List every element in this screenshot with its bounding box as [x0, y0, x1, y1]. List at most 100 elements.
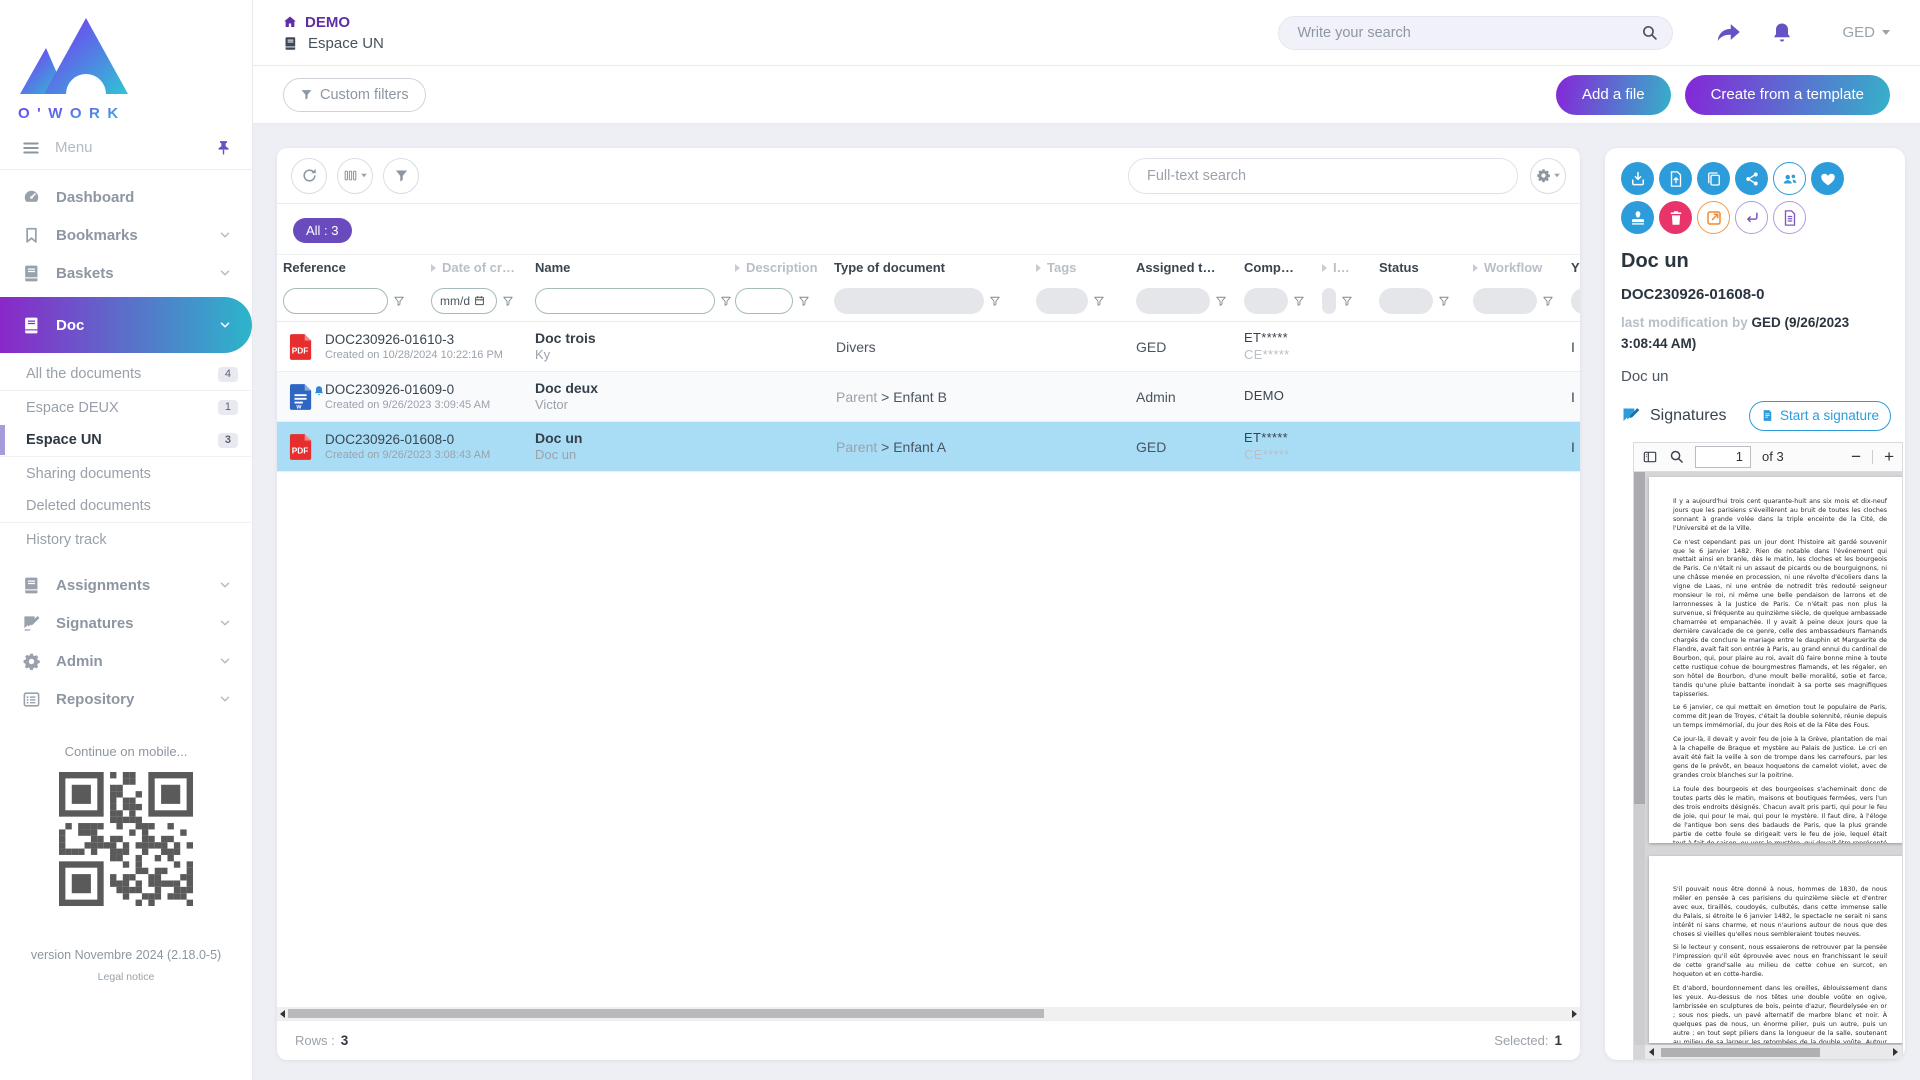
- columns-button[interactable]: [337, 158, 373, 194]
- description-filter-input[interactable]: [735, 288, 793, 314]
- hamburger-icon[interactable]: [22, 139, 40, 157]
- sidebar-item-baskets[interactable]: Baskets: [0, 254, 252, 292]
- row-company: ET*****: [1244, 430, 1289, 447]
- sidebar-toggle-icon[interactable]: [1642, 449, 1658, 465]
- sidebar-item-repository[interactable]: Repository: [0, 680, 252, 718]
- user-menu[interactable]: GED: [1842, 24, 1890, 41]
- column-header-description[interactable]: Description: [735, 260, 834, 275]
- open-external-button[interactable]: [1697, 201, 1730, 234]
- sidebar-subitem-deleted-documents[interactable]: Deleted documents: [0, 490, 252, 523]
- scroll-right-arrow[interactable]: [1893, 1048, 1898, 1056]
- documents-table-card: All : 3 ReferenceDate of cr…NameDescript…: [277, 148, 1580, 1060]
- fulltext-search-input[interactable]: [1128, 158, 1518, 194]
- download-button[interactable]: [1621, 162, 1654, 195]
- column-header-assigned[interactable]: Assigned t…: [1136, 260, 1244, 275]
- sort-arrow-icon: [1473, 264, 1478, 272]
- funnel-icon[interactable]: [502, 295, 514, 307]
- favorite-button[interactable]: [1811, 162, 1844, 195]
- sidebar-item-admin[interactable]: Admin: [0, 642, 252, 680]
- funnel-icon[interactable]: [720, 295, 732, 307]
- all-count-badge[interactable]: All : 3: [293, 218, 352, 243]
- table-settings-button[interactable]: [1530, 158, 1566, 194]
- table-horizontal-scrollbar[interactable]: [277, 1007, 1580, 1020]
- scroll-left-arrow[interactable]: [280, 1010, 285, 1018]
- users-access-button[interactable]: [1773, 162, 1806, 195]
- column-header-tags[interactable]: Tags: [1036, 260, 1136, 275]
- page-number-input[interactable]: [1695, 446, 1751, 468]
- calendar-icon: [474, 295, 485, 306]
- funnel-icon[interactable]: [1341, 295, 1353, 307]
- legal-notice-link[interactable]: Legal notice: [0, 971, 252, 983]
- column-header-name[interactable]: Name: [535, 260, 735, 275]
- scrollbar-thumb[interactable]: [1661, 1048, 1820, 1057]
- funnel-icon[interactable]: [1438, 295, 1450, 307]
- sidebar-item-bookmarks[interactable]: Bookmarks: [0, 216, 252, 254]
- sidebar-subitem-espace-un[interactable]: Espace UN3: [0, 424, 252, 457]
- sidebar-item-signatures[interactable]: Signatures: [0, 604, 252, 642]
- funnel-icon[interactable]: [1542, 295, 1554, 307]
- create-from-template-button[interactable]: Create from a template: [1685, 75, 1890, 115]
- scrollbar-thumb[interactable]: [1634, 472, 1645, 804]
- funnel-icon[interactable]: [989, 295, 1001, 307]
- funnel-icon[interactable]: [1293, 295, 1305, 307]
- delete-button[interactable]: [1659, 201, 1692, 234]
- funnel-icon[interactable]: [393, 295, 405, 307]
- table-row[interactable]: wDOC230926-01609-0Created on 9/26/2023 3…: [277, 372, 1580, 422]
- reference-filter-input[interactable]: [283, 288, 388, 314]
- column-header-reference[interactable]: Reference: [283, 260, 431, 275]
- bell-icon[interactable]: [1770, 21, 1794, 45]
- stamp-button[interactable]: [1621, 201, 1654, 234]
- name-filter-input[interactable]: [535, 288, 715, 314]
- sidebar-item-assignments[interactable]: Assignments: [0, 566, 252, 604]
- add-file-button[interactable]: Add a file: [1556, 75, 1671, 115]
- sidebar-subitem-history-track[interactable]: History track: [0, 523, 252, 556]
- funnel-icon[interactable]: [1215, 295, 1227, 307]
- sidebar-subitem-all-the-documents[interactable]: All the documents4: [0, 358, 252, 391]
- chevron-down-icon: [218, 654, 232, 668]
- breadcrumb-page[interactable]: Espace UN: [283, 35, 384, 52]
- scroll-left-arrow[interactable]: [1649, 1048, 1654, 1056]
- column-header-workflow[interactable]: Workflow: [1473, 260, 1571, 275]
- date-filter-input[interactable]: mm/d: [431, 288, 497, 314]
- global-search-input[interactable]: [1297, 25, 1641, 41]
- return-button[interactable]: [1735, 201, 1768, 234]
- column-header-company[interactable]: Comp…: [1244, 260, 1322, 275]
- sidebar-subitem-espace-deux[interactable]: Espace DEUX1: [0, 391, 252, 424]
- column-header-y[interactable]: Y…: [1571, 260, 1580, 275]
- zoom-search-icon[interactable]: [1669, 449, 1684, 464]
- pdf-preview-area[interactable]: Il y a aujourd'hui trois cent quarante-h…: [1633, 472, 1903, 1060]
- scrollbar-thumb[interactable]: [288, 1009, 1044, 1018]
- sidebar-item-doc[interactable]: Doc: [0, 297, 252, 353]
- start-signature-button[interactable]: Start a signature: [1749, 401, 1891, 431]
- document-info-button[interactable]: [1773, 201, 1806, 234]
- refresh-button[interactable]: [291, 158, 327, 194]
- custom-filters-button[interactable]: Custom filters: [283, 78, 426, 112]
- pdf-vertical-scrollbar[interactable]: [1634, 472, 1645, 1045]
- column-header-i[interactable]: I…: [1322, 260, 1379, 275]
- search-icon[interactable]: [1641, 24, 1658, 41]
- upload-version-button[interactable]: [1659, 162, 1692, 195]
- gear-icon: [1536, 168, 1551, 183]
- zoom-out-button[interactable]: −: [1851, 448, 1861, 465]
- filter-cell-type: [834, 288, 1036, 314]
- pin-icon[interactable]: [215, 139, 232, 156]
- table-row[interactable]: PDFDOC230926-01608-0Created on 9/26/2023…: [277, 422, 1580, 472]
- copy-button[interactable]: [1697, 162, 1730, 195]
- sidebar-item-label: Doc: [56, 317, 84, 334]
- share-document-button[interactable]: [1735, 162, 1768, 195]
- zoom-in-button[interactable]: +: [1884, 448, 1894, 465]
- scroll-right-arrow[interactable]: [1572, 1010, 1577, 1018]
- caret-down-icon: [1554, 174, 1560, 178]
- column-header-date[interactable]: Date of cr…: [431, 260, 535, 275]
- table-row[interactable]: PDFDOC230926-01610-3Created on 10/28/202…: [277, 322, 1580, 372]
- column-header-status[interactable]: Status: [1379, 260, 1473, 275]
- funnel-icon[interactable]: [1093, 295, 1105, 307]
- breadcrumb-root[interactable]: DEMO: [283, 14, 384, 31]
- funnel-icon[interactable]: [798, 295, 810, 307]
- sidebar-subitem-sharing-documents[interactable]: Sharing documents: [0, 457, 252, 490]
- share-icon[interactable]: [1715, 19, 1742, 46]
- pdf-horizontal-scrollbar[interactable]: [1645, 1045, 1902, 1059]
- filter-button[interactable]: [383, 158, 419, 194]
- sidebar-item-dashboard[interactable]: Dashboard: [0, 178, 252, 216]
- column-header-type[interactable]: Type of document: [834, 260, 1036, 275]
